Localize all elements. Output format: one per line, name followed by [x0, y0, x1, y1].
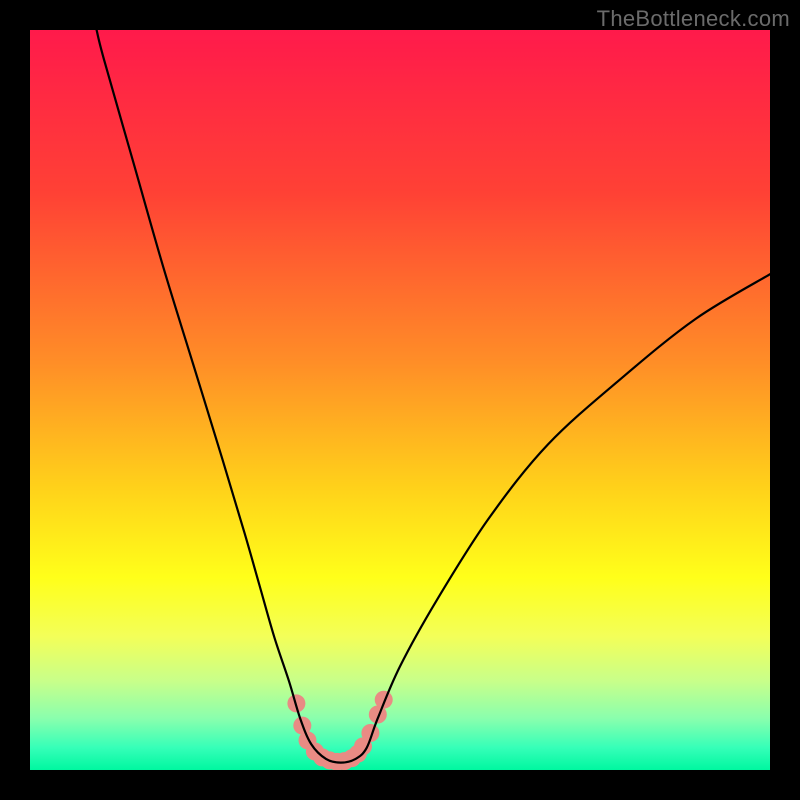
curve-layer — [30, 30, 770, 770]
curve-markers — [287, 691, 392, 770]
bottleneck-curve — [97, 30, 770, 763]
watermark-text: TheBottleneck.com — [597, 6, 790, 32]
plot-area — [30, 30, 770, 770]
chart-frame: TheBottleneck.com — [0, 0, 800, 800]
